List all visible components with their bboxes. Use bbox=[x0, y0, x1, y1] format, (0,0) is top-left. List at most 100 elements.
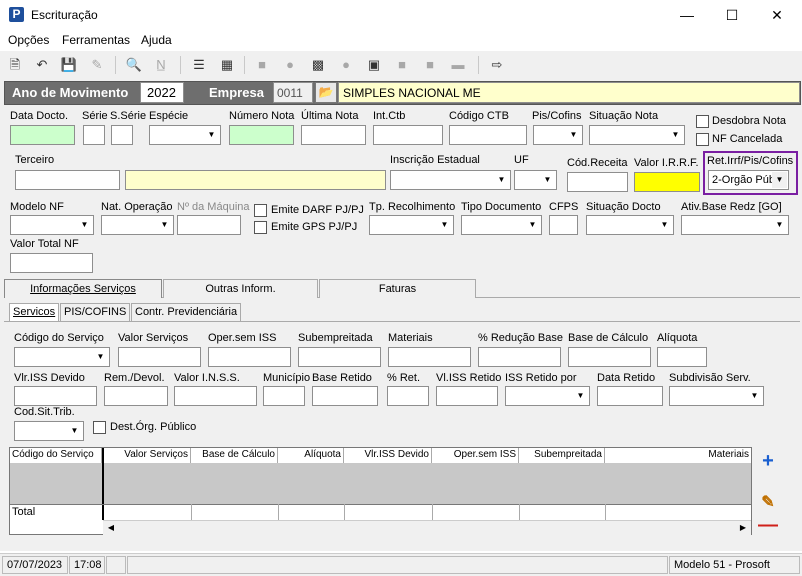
valor-total-nf-field[interactable] bbox=[10, 253, 93, 273]
codigo-ctb-field[interactable] bbox=[449, 125, 527, 145]
ultima-nota-field[interactable] bbox=[301, 125, 366, 145]
minimize-icon[interactable]: — bbox=[677, 6, 697, 24]
data-docto-field[interactable] bbox=[10, 125, 75, 145]
maximize-icon[interactable]: ☐ bbox=[722, 6, 742, 24]
tp-recolhimento-combo[interactable]: ▼ bbox=[369, 215, 454, 235]
valor-inss-field[interactable] bbox=[174, 386, 257, 406]
modelo-nf-combo[interactable]: ▼ bbox=[10, 215, 94, 235]
emite-gps-label: Emite GPS PJ/PJ bbox=[271, 221, 358, 233]
subtab-pis-cofins[interactable]: PIS/COFINS bbox=[60, 303, 131, 321]
new-document-icon[interactable]: 🗎 bbox=[5, 55, 25, 75]
serie-field[interactable] bbox=[83, 125, 105, 145]
situacao-docto-combo[interactable]: ▼ bbox=[586, 215, 674, 235]
toolbar-separator bbox=[244, 56, 245, 74]
grid-header-oper-sem-iss[interactable]: Oper.sem ISS bbox=[432, 448, 519, 463]
uf-combo[interactable]: ▼ bbox=[514, 170, 557, 190]
iss-retido-por-label: ISS Retido por bbox=[505, 372, 577, 384]
grid-header-aliquota[interactable]: Alíquota bbox=[278, 448, 344, 463]
emite-gps-checkbox[interactable] bbox=[254, 221, 267, 234]
n-maquina-field[interactable] bbox=[177, 215, 241, 235]
subdivisao-combo[interactable]: ▼ bbox=[669, 386, 764, 406]
add-icon[interactable]: + bbox=[757, 450, 779, 472]
save-icon[interactable]: 💾 bbox=[59, 55, 79, 75]
pis-cofins-combo[interactable]: ▼ bbox=[533, 125, 583, 145]
ativ-base-combo[interactable]: ▼ bbox=[681, 215, 789, 235]
grid-header-base-calculo[interactable]: Base de Cálculo bbox=[191, 448, 278, 463]
iss-retido-por-combo[interactable]: ▼ bbox=[505, 386, 590, 406]
menu-ferramentas[interactable]: Ferramentas bbox=[62, 33, 130, 47]
grid-header-codigo-servico[interactable]: Código do Serviço bbox=[10, 448, 102, 463]
preview-icon[interactable]: 🔍 bbox=[124, 55, 144, 75]
menu-ajuda[interactable]: Ajuda bbox=[141, 33, 172, 47]
cod-sit-trib-combo[interactable]: ▼ bbox=[14, 421, 84, 441]
tree-list-icon[interactable]: ☰ bbox=[189, 55, 209, 75]
cloud-icon: ● bbox=[342, 57, 350, 72]
aliquota-field[interactable] bbox=[657, 347, 707, 367]
open-folder-icon[interactable]: 📂 bbox=[315, 82, 337, 103]
vlr-iss-devido-field[interactable] bbox=[14, 386, 97, 406]
erase-icon: ✎ bbox=[91, 57, 103, 72]
exit-icon[interactable]: ⇨ bbox=[487, 55, 507, 75]
base-calculo-field[interactable] bbox=[568, 347, 651, 367]
calculator-icon[interactable]: ▦ bbox=[217, 55, 237, 75]
dest-org-checkbox[interactable] bbox=[93, 421, 106, 434]
int-ctb-field[interactable] bbox=[373, 125, 443, 145]
inscricao-estadual-combo[interactable]: ▼ bbox=[390, 170, 511, 190]
subtab-contr-previdenciaria[interactable]: Contr. Previdenciária bbox=[131, 303, 242, 321]
empresa-code-field[interactable]: 0011 bbox=[273, 82, 313, 103]
cod-receita-field[interactable] bbox=[567, 172, 628, 192]
situacao-nota-combo[interactable]: ▼ bbox=[589, 125, 685, 145]
print-icon[interactable]: ▩ bbox=[308, 55, 328, 75]
horizontal-scrollbar[interactable] bbox=[103, 520, 751, 535]
desdobra-nota-checkbox[interactable] bbox=[696, 115, 709, 128]
nf-cancelada-checkbox[interactable] bbox=[696, 133, 709, 146]
terceiro-label: Terceiro bbox=[15, 154, 55, 166]
box2-icon: ■ bbox=[426, 57, 434, 72]
ret-irrf-value: 2-Orgão Púb bbox=[712, 174, 775, 186]
subempreitada-field[interactable] bbox=[298, 347, 381, 367]
vl-iss-retido-field[interactable] bbox=[436, 386, 498, 406]
status-time: 17:08 bbox=[69, 556, 105, 574]
oper-sem-iss-field[interactable] bbox=[208, 347, 291, 367]
grid-header-vlr-iss-devido[interactable]: Vlr.ISS Devido bbox=[344, 448, 432, 463]
rem-devol-field[interactable] bbox=[104, 386, 168, 406]
tab-outras-inform[interactable]: Outras Inform. bbox=[163, 279, 318, 298]
especie-combo[interactable]: ▼ bbox=[149, 125, 221, 145]
valor-servicos-field[interactable] bbox=[118, 347, 201, 367]
ano-field[interactable]: 2022 bbox=[140, 82, 184, 103]
grid-header-subempreitada[interactable]: Subempreitada bbox=[519, 448, 605, 463]
remove-icon[interactable]: — bbox=[757, 514, 779, 536]
ret-irrf-combo[interactable]: 2-Orgão Púb ▼ bbox=[708, 170, 789, 190]
data-retido-field[interactable] bbox=[597, 386, 663, 406]
reducao-base-field[interactable] bbox=[478, 347, 561, 367]
valor-irrf-field[interactable] bbox=[634, 172, 700, 192]
grid-header-valor-servicos[interactable]: Valor Serviços bbox=[104, 448, 191, 463]
terceiro-name-field[interactable] bbox=[125, 170, 386, 190]
tipo-documento-combo[interactable]: ▼ bbox=[461, 215, 542, 235]
chevron-down-icon: ▼ bbox=[77, 217, 92, 233]
emite-darf-checkbox[interactable] bbox=[254, 204, 267, 217]
cfps-field[interactable] bbox=[549, 215, 578, 235]
cib-icon[interactable]: ▣ bbox=[364, 55, 384, 75]
close-icon[interactable]: ✕ bbox=[767, 6, 787, 24]
base-retido-field[interactable] bbox=[312, 386, 378, 406]
menu-opcoes[interactable]: Opções bbox=[8, 33, 49, 47]
terceiro-code-field[interactable] bbox=[15, 170, 120, 190]
subtab-servicos[interactable]: Servicos bbox=[9, 303, 60, 321]
pct-ret-field[interactable] bbox=[387, 386, 429, 406]
empresa-name-field[interactable]: SIMPLES NACIONAL ME bbox=[338, 82, 800, 103]
scroll-right-icon[interactable]: ▶ bbox=[737, 521, 749, 534]
codigo-servico-combo[interactable]: ▼ bbox=[14, 347, 110, 367]
tab-faturas[interactable]: Faturas bbox=[319, 279, 476, 298]
municipio-field[interactable] bbox=[263, 386, 305, 406]
undo-icon[interactable]: ↶ bbox=[32, 55, 52, 75]
materiais-field[interactable] bbox=[388, 347, 471, 367]
edit-icon[interactable]: ✎ bbox=[757, 492, 779, 514]
numero-nota-field[interactable] bbox=[229, 125, 294, 145]
tab-informacoes-servicos[interactable]: Informações Serviços bbox=[4, 279, 162, 298]
grid-header-materiais[interactable]: Materiais bbox=[605, 448, 751, 463]
nat-operacao-combo[interactable]: ▼ bbox=[101, 215, 174, 235]
scroll-left-icon[interactable]: ◀ bbox=[105, 521, 117, 534]
s-serie-field[interactable] bbox=[111, 125, 133, 145]
cod-receita-label: Cód.Receita bbox=[567, 157, 628, 169]
